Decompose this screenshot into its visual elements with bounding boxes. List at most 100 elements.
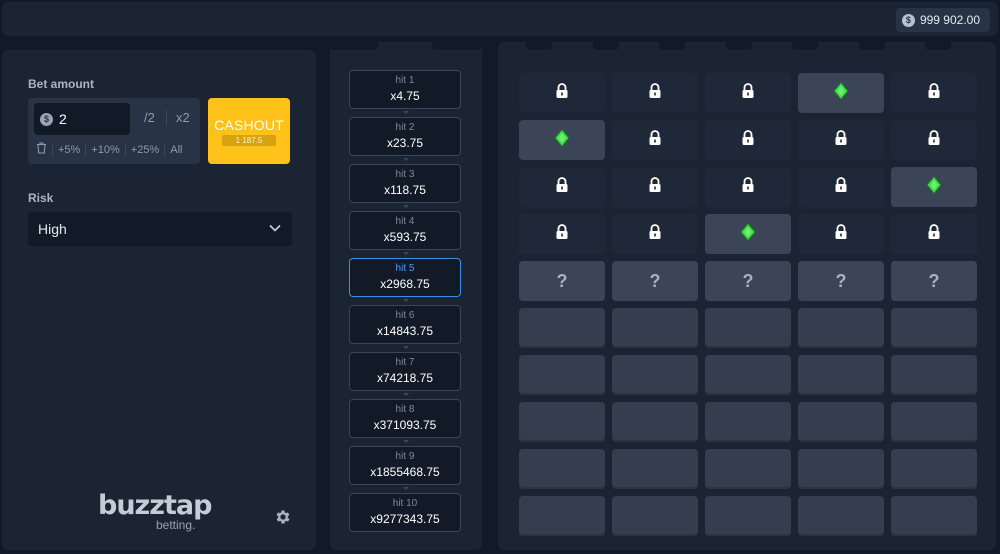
tile-empty[interactable] [705,355,791,395]
lock-icon [648,129,662,151]
hit-label: hit 9 [395,451,415,462]
hit-8-card: hit 8 x371093.75 [349,399,461,443]
tile-empty[interactable] [612,308,698,348]
tile-locked[interactable] [612,73,698,113]
hit-multiplier: x371093.75 [373,418,437,432]
hit-10-card: hit 10 x9277343.75 [349,493,461,532]
tile-empty[interactable] [891,449,977,489]
hit-3-card: hit 3 x118.75 [349,164,461,208]
balance-value: 999 902.00 [919,13,980,27]
tile-gem[interactable] [705,214,791,254]
tile-gem[interactable] [519,120,605,160]
tile-empty[interactable] [798,402,884,442]
risk-select[interactable]: High [28,212,292,246]
bet-amount-box: $ 2 /2 x2 +5% +10% +25% All [28,98,200,164]
hit-multiplier: x14843.75 [376,324,434,338]
lock-icon [834,223,848,245]
balance-display[interactable]: $ 999 902.00 [895,8,990,32]
tile-locked[interactable] [891,214,977,254]
tile-unknown[interactable]: ? [891,261,977,301]
brand-logo: buzztap betting. [98,492,228,536]
tile-empty[interactable] [519,449,605,489]
halve-bet-button[interactable]: /2 [144,110,155,125]
cashout-button[interactable]: CASHOUT 1 187.5 [208,98,290,164]
lock-icon [555,223,569,245]
tile-locked[interactable] [798,214,884,254]
tile-empty[interactable] [891,496,977,536]
plus-10-percent-button[interactable]: +10% [85,143,124,157]
tile-empty[interactable] [798,355,884,395]
tile-empty[interactable] [798,308,884,348]
tile-empty[interactable] [519,308,605,348]
tile-locked[interactable] [705,73,791,113]
tile-empty[interactable] [612,402,698,442]
plus-5-percent-button[interactable]: +5% [52,143,85,157]
plus-25-percent-button[interactable]: +25% [124,143,164,157]
tile-empty[interactable] [612,355,698,395]
lock-icon [834,176,848,198]
tile-locked[interactable] [612,120,698,160]
tile-empty[interactable] [705,402,791,442]
cashout-label: CASHOUT [214,116,284,133]
chevron-down-icon [403,440,409,443]
tile-unknown[interactable]: ? [798,261,884,301]
lock-icon [927,223,941,245]
tile-locked[interactable] [519,214,605,254]
hit-multiplier: x74218.75 [376,371,434,385]
tile-empty[interactable] [519,402,605,442]
tile-locked[interactable] [612,214,698,254]
tile-locked[interactable] [891,73,977,113]
tile-locked[interactable] [612,167,698,207]
tile-empty[interactable] [705,449,791,489]
tile-empty[interactable] [612,449,698,489]
bet-amount-input[interactable]: $ 2 [34,103,130,135]
tile-locked[interactable] [519,73,605,113]
tile-unknown[interactable]: ? [705,261,791,301]
tile-unknown[interactable]: ? [519,261,605,301]
trash-icon[interactable] [28,142,52,158]
lock-icon [648,82,662,104]
tile-empty[interactable] [891,402,977,442]
brand-name: buzztap [98,490,212,521]
hit-label: hit 7 [395,357,415,368]
lock-icon [741,82,755,104]
hit-label: hit 10 [392,498,418,509]
double-bet-button[interactable]: x2 [176,110,190,125]
gem-icon [926,175,942,199]
tile-empty[interactable] [519,355,605,395]
gear-icon[interactable] [274,508,292,531]
all-in-button[interactable]: All [164,143,187,157]
tile-locked[interactable] [705,167,791,207]
tile-locked[interactable] [798,167,884,207]
tile-locked[interactable] [798,120,884,160]
tile-empty[interactable] [612,496,698,536]
panel-notch [592,42,619,50]
tile-empty[interactable] [891,308,977,348]
tile-empty[interactable] [798,496,884,536]
tile-unknown[interactable]: ? [612,261,698,301]
gem-icon [833,81,849,105]
lock-icon [648,223,662,245]
risk-value: High [38,221,67,237]
tile-empty[interactable] [798,449,884,489]
tile-empty[interactable] [705,496,791,536]
panel-notch [432,42,482,50]
game-grid: ????? [498,42,996,550]
hit-2-card: hit 2 x23.75 [349,117,461,161]
hit-7-card: hit 7 x74218.75 [349,352,461,396]
lock-icon [555,176,569,198]
brand-subtitle: betting. [156,518,196,532]
hit-6-card: hit 6 x14843.75 [349,305,461,349]
question-mark: ? [835,270,847,291]
tile-locked[interactable] [891,120,977,160]
tile-empty[interactable] [891,355,977,395]
tile-gem[interactable] [891,167,977,207]
tile-locked[interactable] [519,167,605,207]
chevron-down-icon [403,205,409,208]
dollar-coin-icon: $ [40,112,53,126]
tile-empty[interactable] [705,308,791,348]
tile-empty[interactable] [519,496,605,536]
question-mark: ? [742,270,754,291]
tile-gem[interactable] [798,73,884,113]
tile-locked[interactable] [705,120,791,160]
